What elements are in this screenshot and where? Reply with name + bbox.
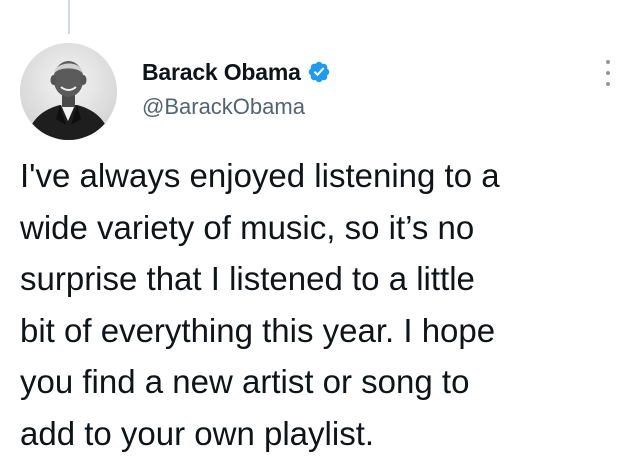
tweet-text-line: you find a new artist or song to: [20, 363, 470, 400]
more-dot: [606, 60, 610, 64]
thread-connector-line: [68, 0, 70, 34]
tweet-text-line: I've always enjoyed listening to a: [20, 157, 500, 194]
tweet-author-header: Barack Obama @BarackObama: [142, 56, 331, 120]
tweet-text-line: bit of everything this year. I hope: [20, 311, 496, 349]
tweet-text-line: wide variety of music, so it’s no: [20, 208, 475, 246]
verified-badge-icon: [307, 60, 331, 84]
profile-photo-icon: [20, 43, 117, 140]
author-display-name[interactable]: Barack Obama: [142, 59, 301, 86]
name-row: Barack Obama: [142, 56, 331, 88]
more-dot: [606, 82, 610, 86]
more-dot: [606, 71, 610, 75]
tweet-text: I've always enjoyed listening to a wide …: [20, 150, 630, 459]
avatar[interactable]: [20, 43, 117, 140]
tweet-text-line: surprise that I listened to a little: [20, 260, 475, 297]
author-handle[interactable]: @BarackObama: [142, 94, 331, 120]
more-options-icon[interactable]: [598, 58, 618, 88]
tweet-text-line: add to your own playlist.: [20, 414, 375, 452]
